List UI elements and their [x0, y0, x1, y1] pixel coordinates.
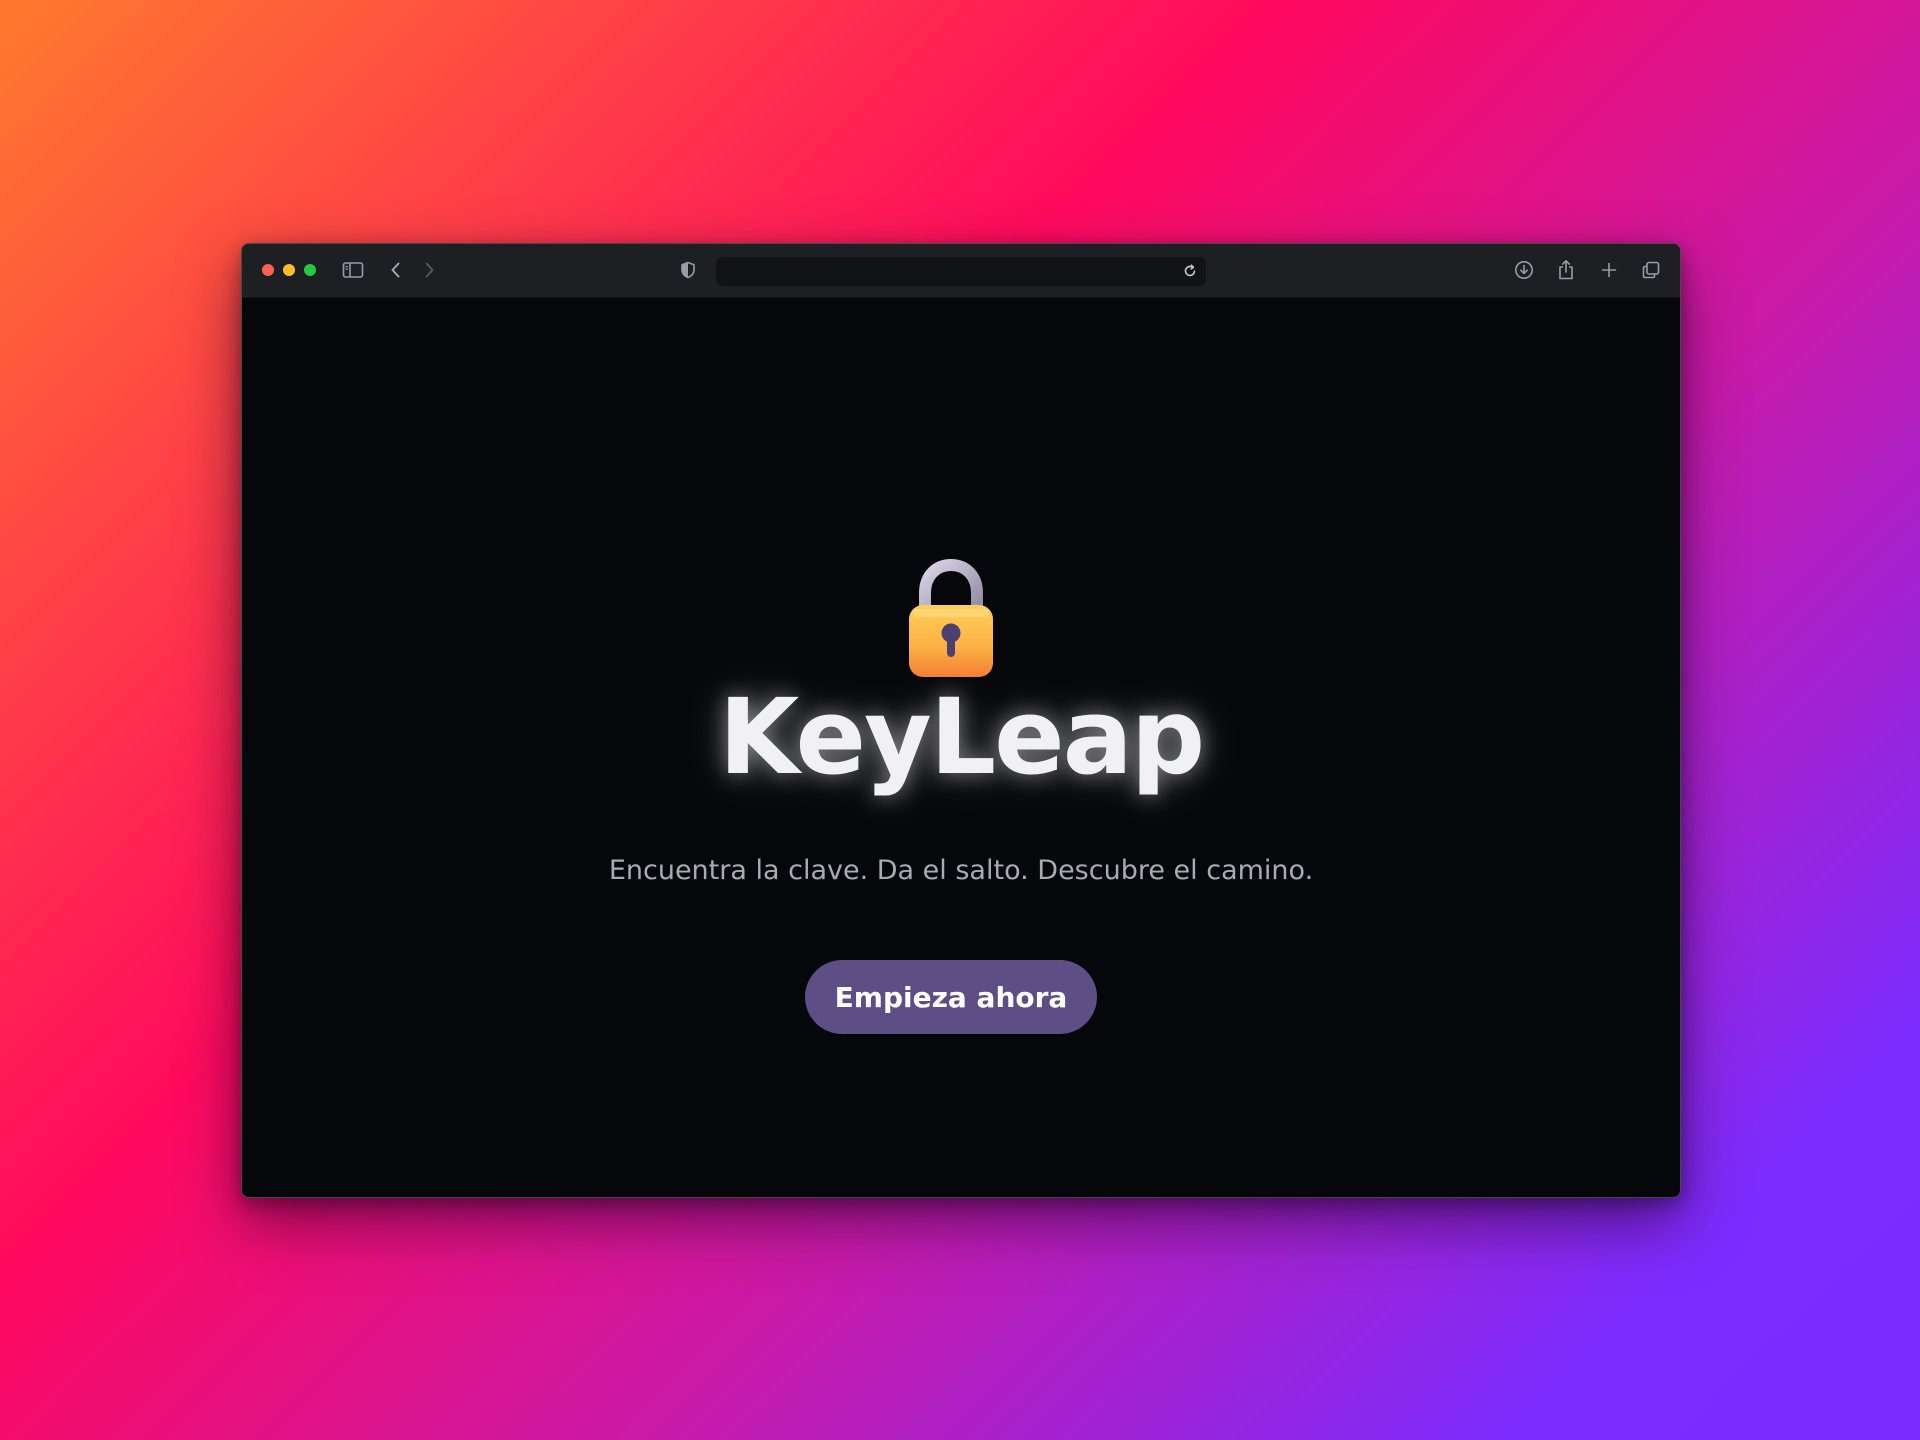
page-subtitle: Encuentra la clave. Da el salto. Descubr…: [608, 855, 1314, 886]
download-icon[interactable]: [1511, 257, 1537, 283]
browser-window: KeyLeap Encuentra la clave. Da el salto.…: [241, 243, 1681, 1198]
address-bar[interactable]: [716, 257, 1206, 286]
zoom-window-button[interactable]: [304, 264, 316, 276]
page-content: KeyLeap Encuentra la clave. Da el salto.…: [242, 298, 1680, 1197]
share-icon[interactable]: [1553, 257, 1579, 283]
shield-icon[interactable]: [675, 257, 701, 283]
reload-icon[interactable]: [1178, 259, 1202, 283]
plus-icon[interactable]: [1596, 257, 1622, 283]
sidebar-icon[interactable]: [340, 257, 366, 283]
chevron-left-icon: [391, 262, 400, 278]
back-button[interactable]: [383, 257, 409, 283]
chevron-right-icon: [425, 262, 434, 278]
browser-toolbar: [242, 244, 1680, 298]
forward-button[interactable]: [416, 257, 442, 283]
close-window-button[interactable]: [262, 264, 274, 276]
start-now-button[interactable]: Empieza ahora: [805, 960, 1097, 1034]
page-title: KeyLeap: [718, 676, 1206, 798]
tab-overview-icon[interactable]: [1638, 257, 1664, 283]
lock-icon: [903, 558, 999, 683]
minimize-window-button[interactable]: [283, 264, 295, 276]
